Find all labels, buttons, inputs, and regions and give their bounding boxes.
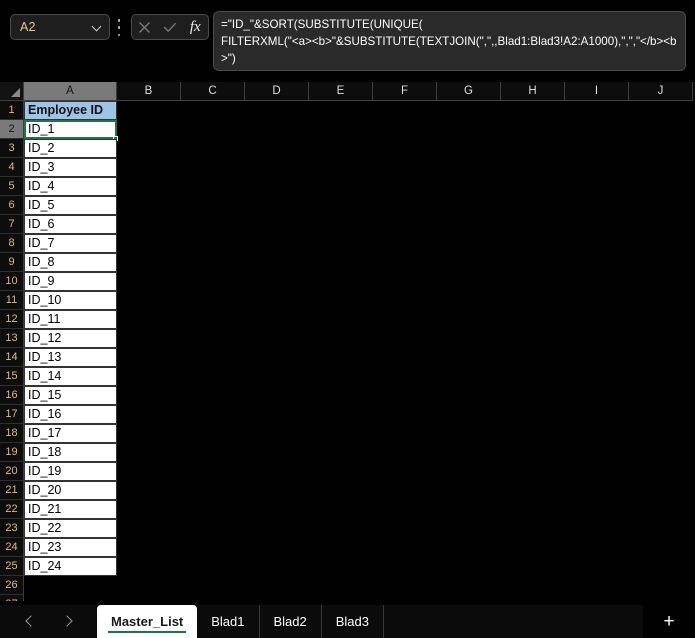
table-row[interactable]: ID_16: [24, 405, 117, 424]
row-header-6[interactable]: 6: [0, 196, 24, 215]
table-row[interactable]: ID_13: [24, 348, 117, 367]
row-header-11[interactable]: 11: [0, 291, 24, 310]
table-row[interactable]: ID_7: [24, 234, 117, 253]
table-row[interactable]: ID_17: [24, 424, 117, 443]
row-header-7[interactable]: 7: [0, 215, 24, 234]
table-row[interactable]: ID_2: [24, 139, 117, 158]
cells-layer: Employee ID ID_1 ID_2 ID_3 ID_4 ID_5 ID_6 ID_7 I…: [24, 101, 695, 601]
kebab-dot: [117, 26, 121, 29]
table-row[interactable]: ID_3: [24, 158, 117, 177]
row-header-26[interactable]: 26: [0, 576, 24, 595]
row-header-19[interactable]: 19: [0, 443, 24, 462]
chevron-left-icon[interactable]: [23, 615, 36, 628]
column-header-f[interactable]: F: [373, 82, 437, 101]
chevron-right-icon[interactable]: [62, 615, 75, 628]
column-header-g[interactable]: G: [437, 82, 501, 101]
table-row[interactable]: ID_23: [24, 538, 117, 557]
select-all-corner-icon[interactable]: [0, 82, 24, 101]
formula-bar-strip: A2 fx ="ID_"&SORT(SUBSTITUTE(UNIQUE(FIL…: [0, 0, 695, 82]
kebab-menu-icon[interactable]: [117, 19, 121, 36]
table-row[interactable]: ID_21: [24, 500, 117, 519]
sheet-tab-bar: Master_List Blad1 Blad2 Blad3 +: [0, 601, 695, 638]
row-header-1[interactable]: 1: [0, 101, 24, 120]
cancel-x-icon[interactable]: [134, 16, 156, 38]
name-box-value: A2: [20, 20, 36, 34]
table-row[interactable]: ID_1: [24, 120, 117, 139]
insert-function-label: fx: [189, 18, 201, 35]
row-header-15[interactable]: 15: [0, 367, 24, 386]
column-header-row: ABCDEFGHIJ: [0, 82, 695, 101]
row-header-12[interactable]: 12: [0, 310, 24, 329]
row-header-10[interactable]: 10: [0, 272, 24, 291]
row-header-13[interactable]: 13: [0, 329, 24, 348]
column-header-i[interactable]: I: [565, 82, 629, 101]
table-row[interactable]: ID_22: [24, 519, 117, 538]
table-row[interactable]: ID_15: [24, 386, 117, 405]
sheet-tabs: Master_List Blad1 Blad2 Blad3: [97, 605, 643, 638]
kebab-dot: [117, 19, 121, 22]
row-header-16[interactable]: 16: [0, 386, 24, 405]
column-header-b[interactable]: B: [117, 82, 181, 101]
formula-action-group: fx: [131, 14, 209, 40]
table-row[interactable]: ID_9: [24, 272, 117, 291]
row-header-20[interactable]: 20: [0, 462, 24, 481]
sheet-tab-blad3[interactable]: Blad3: [322, 605, 384, 638]
sheet-tab-master_list[interactable]: Master_List: [97, 605, 198, 638]
row-header-column: 1 2 3 4 5 6 7 8 9 10 11 12 13 14 15 16 17 18 19 20 21 22 23 24 2…: [0, 101, 24, 601]
table-row[interactable]: ID_14: [24, 367, 117, 386]
row-header-22[interactable]: 22: [0, 500, 24, 519]
name-box[interactable]: A2: [10, 14, 110, 40]
row-header-17[interactable]: 17: [0, 405, 24, 424]
table-row[interactable]: ID_10: [24, 291, 117, 310]
add-sheet-button[interactable]: +: [643, 605, 695, 638]
row-header-2[interactable]: 2: [0, 120, 24, 139]
table-row[interactable]: ID_8: [24, 253, 117, 272]
spreadsheet-grid: ABCDEFGHIJ 1 2 3 4 5 6 7 8 9 10 11 12 13 14 15 16 17 18 19…: [0, 82, 695, 601]
table-row[interactable]: ID_5: [24, 196, 117, 215]
sheet-tab-blad2[interactable]: Blad2: [260, 605, 322, 638]
column-header-a[interactable]: A: [24, 82, 117, 101]
column-header-h[interactable]: H: [501, 82, 565, 101]
column-header-cell[interactable]: Employee ID: [24, 101, 117, 120]
row-header-18[interactable]: 18: [0, 424, 24, 443]
row-header-3[interactable]: 3: [0, 139, 24, 158]
insert-function-icon[interactable]: fx: [184, 16, 206, 38]
table-row[interactable]: ID_4: [24, 177, 117, 196]
sheet-tab-blad1[interactable]: Blad1: [197, 605, 260, 638]
row-header-23[interactable]: 23: [0, 519, 24, 538]
table-row[interactable]: ID_12: [24, 329, 117, 348]
table-row[interactable]: ID_6: [24, 215, 117, 234]
excel-window: A2 fx ="ID_"&SORT(SUBSTITUTE(UNIQUE(FIL…: [0, 0, 695, 638]
row-header-5[interactable]: 5: [0, 177, 24, 196]
row-header-24[interactable]: 24: [0, 538, 24, 557]
row-header-25[interactable]: 25: [0, 557, 24, 576]
column-header-d[interactable]: D: [245, 82, 309, 101]
row-header-14[interactable]: 14: [0, 348, 24, 367]
column-header-j[interactable]: J: [629, 82, 693, 101]
confirm-check-icon[interactable]: [159, 16, 181, 38]
table-row[interactable]: ID_18: [24, 443, 117, 462]
sheet-navigation: [0, 605, 97, 638]
row-header-21[interactable]: 21: [0, 481, 24, 500]
row-header-9[interactable]: 9: [0, 253, 24, 272]
formula-input[interactable]: ="ID_"&SORT(SUBSTITUTE(UNIQUE( FILTERXML…: [213, 11, 686, 71]
kebab-dot: [117, 33, 121, 36]
table-row[interactable]: ID_19: [24, 462, 117, 481]
row-header-8[interactable]: 8: [0, 234, 24, 253]
table-row[interactable]: ID_20: [24, 481, 117, 500]
column-header-c[interactable]: C: [181, 82, 245, 101]
chevron-down-icon[interactable]: [92, 22, 103, 33]
column-header-e[interactable]: E: [309, 82, 373, 101]
table-row[interactable]: ID_11: [24, 310, 117, 329]
table-row[interactable]: ID_24: [24, 557, 117, 576]
row-header-4[interactable]: 4: [0, 158, 24, 177]
